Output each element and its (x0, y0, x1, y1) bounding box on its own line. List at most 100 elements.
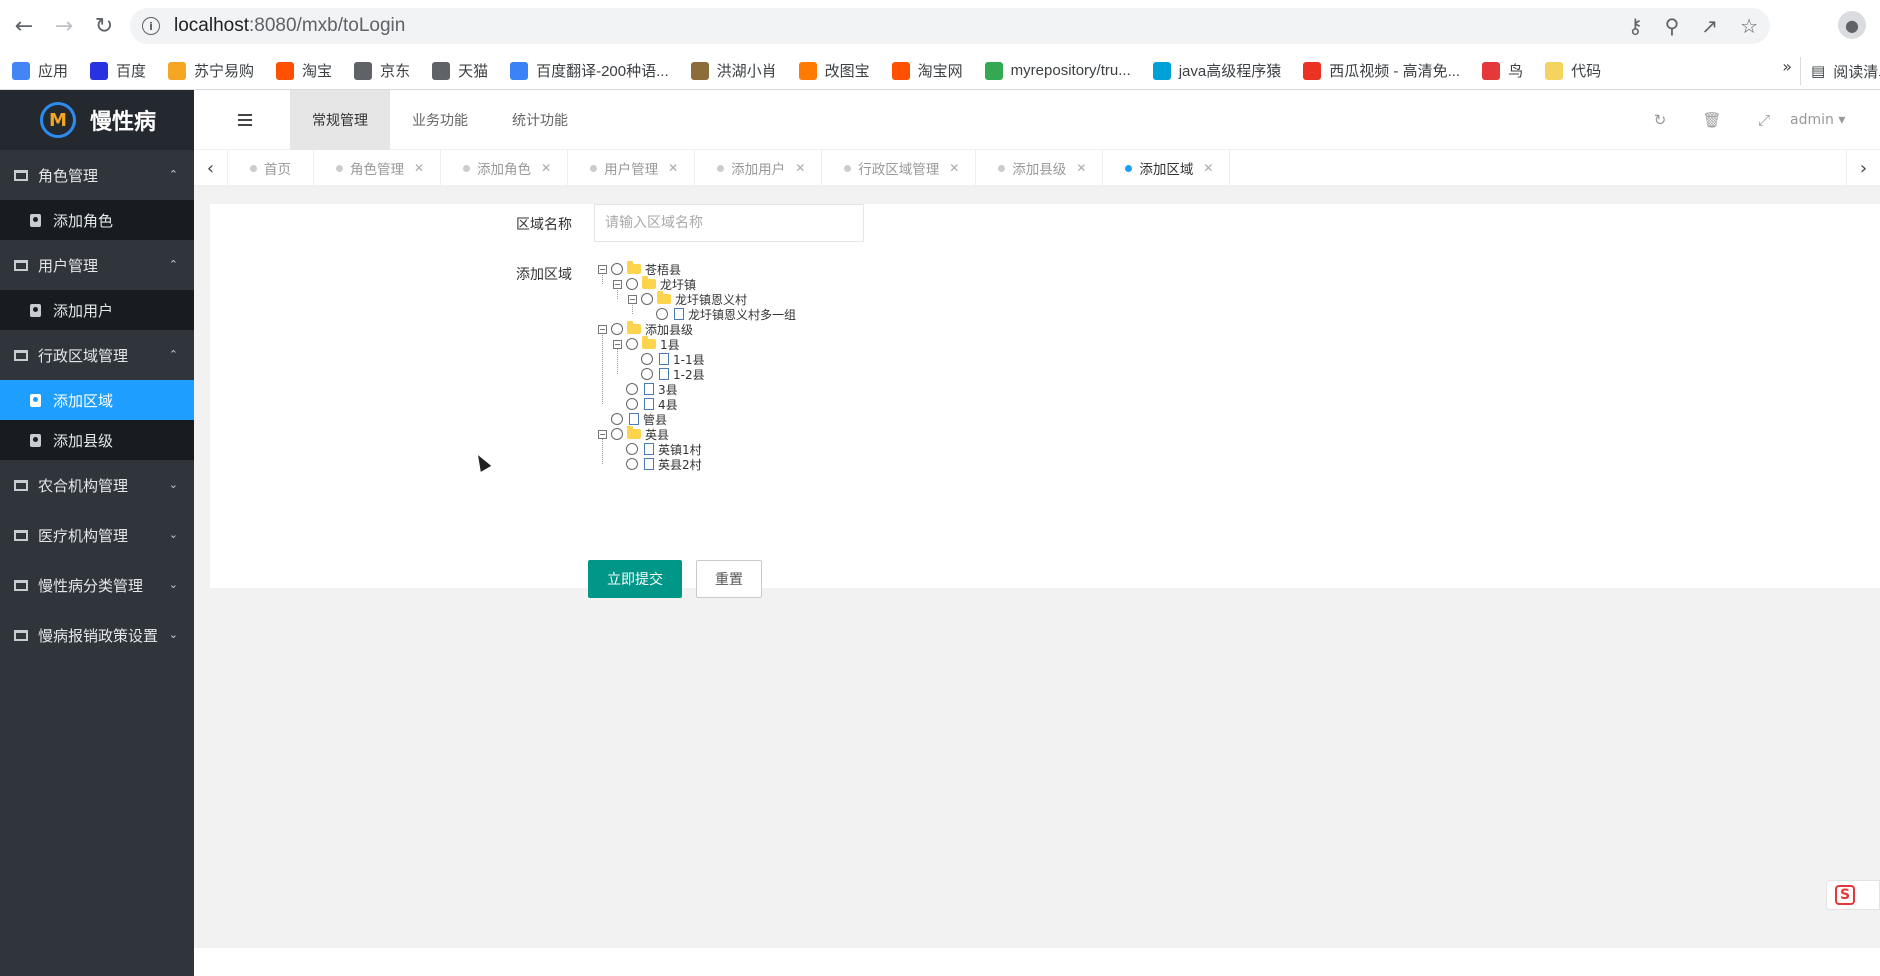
bookmark-item[interactable]: 淘宝 (276, 57, 332, 85)
zoom-icon[interactable]: ⚲ (1665, 14, 1680, 38)
tree-node[interactable]: 英县2村 (613, 455, 702, 473)
area-name-input[interactable] (594, 204, 864, 242)
star-icon[interactable]: ☆ (1740, 14, 1758, 38)
key-icon[interactable]: ⚷ (1628, 14, 1643, 38)
page-tab[interactable]: 添加用户 ✕ (695, 150, 823, 186)
tree-collapse-icon[interactable]: − (613, 339, 622, 349)
admin-menu[interactable]: admin ▾ (1790, 112, 1880, 128)
bookmark-item[interactable]: 天猫 (432, 57, 488, 85)
share-icon[interactable]: ↗ (1701, 14, 1718, 38)
bookmark-item[interactable]: 百度翻译-200种语... (510, 57, 669, 85)
tree-radio[interactable] (611, 428, 623, 440)
page-tab[interactable]: 首页 (228, 150, 314, 186)
bookmarks-more-icon[interactable]: » (1782, 57, 1792, 76)
submit-button[interactable]: 立即提交 (588, 560, 682, 598)
menu-toggle-icon[interactable] (238, 114, 252, 126)
reading-list-label: 阅读清单 (1833, 62, 1880, 81)
top-tab-business[interactable]: 业务功能 (390, 90, 490, 150)
profile-icon[interactable]: ● (1838, 11, 1866, 39)
tree-collapse-icon[interactable]: − (628, 294, 637, 304)
tree-collapse-icon[interactable]: − (598, 429, 607, 439)
tree-radio[interactable] (641, 353, 653, 365)
top-tab-general[interactable]: 常规管理 (290, 90, 390, 150)
close-icon[interactable]: ✕ (795, 161, 805, 175)
page-tab[interactable]: 行政区域管理 ✕ (822, 150, 977, 186)
chevron-down-icon: ⌄ (168, 628, 178, 641)
close-icon[interactable]: ✕ (541, 161, 551, 175)
tree-collapse-icon[interactable]: − (598, 324, 607, 334)
bookmark-label: 鸟 (1508, 63, 1524, 80)
bookmark-item[interactable]: 洪湖小肖 (690, 57, 777, 85)
page-tab[interactable]: 角色管理 ✕ (314, 150, 442, 186)
back-arrow-icon[interactable]: ← (6, 8, 42, 44)
url-text[interactable]: localhost:8080/mxb/toLogin (174, 15, 405, 37)
taobao-icon (276, 61, 295, 80)
bookmark-item[interactable]: 京东 (354, 57, 410, 85)
top-tab-statistics[interactable]: 统计功能 (490, 90, 590, 150)
page-tab-label: 角色管理 (350, 162, 404, 178)
close-icon[interactable]: ✕ (1203, 161, 1213, 175)
bookmark-item[interactable]: 淘宝网 (891, 57, 963, 85)
bookmark-item[interactable]: 改图宝 (798, 57, 870, 85)
tree-radio[interactable] (656, 308, 668, 320)
ime-toolbar[interactable]: S (1826, 880, 1880, 910)
tab-dot-icon (250, 164, 257, 172)
page-tab[interactable]: 添加区域 ✕ (1103, 150, 1231, 186)
page-tab[interactable]: 添加角色 ✕ (441, 150, 569, 186)
forward-arrow-icon[interactable]: → (46, 8, 82, 44)
tree-collapse-icon[interactable]: − (598, 264, 607, 274)
tree-radio[interactable] (626, 443, 638, 455)
sidebar-item[interactable]: 添加用户 (0, 290, 194, 330)
reset-button[interactable]: 重置 (696, 560, 762, 598)
close-icon[interactable]: ✕ (1076, 161, 1086, 175)
address-bar[interactable]: i localhost:8080/mxb/toLogin ⚷ ⚲ ↗ ☆ (130, 8, 1770, 44)
page-tab[interactable]: 用户管理 ✕ (568, 150, 696, 186)
tree-radio[interactable] (641, 293, 653, 305)
bookmark-item[interactable]: java高级程序猿 (1152, 57, 1281, 85)
sidebar-group[interactable]: 用户管理 ⌃ (0, 240, 194, 290)
sidebar-item[interactable]: 添加县级 (0, 420, 194, 460)
sidebar-group[interactable]: 行政区域管理 ⌃ (0, 330, 194, 380)
sidebar-group[interactable]: 农合机构管理 ⌄ (0, 460, 194, 510)
tab-prev-icon[interactable]: ‹ (194, 150, 228, 186)
trash-icon[interactable]: 🗑 (1686, 111, 1738, 129)
page-tab-bar: ‹ 首页 角色管理 ✕ 添加角色 ✕ 用户管理 ✕ 添加用户 ✕ 行政区域管理 ✕ 添加县级 ✕ 添加区域… (194, 150, 1880, 186)
tree-collapse-icon[interactable]: − (613, 279, 622, 289)
bookmark-item[interactable]: 百度 (90, 57, 146, 85)
tree-radio[interactable] (611, 263, 623, 275)
bookmark-item[interactable]: 鸟 (1482, 57, 1523, 85)
logo[interactable]: M 慢性病 (0, 90, 194, 150)
reload-icon[interactable]: ↻ (86, 8, 122, 44)
tree-radio[interactable] (641, 368, 653, 380)
fullscreen-icon[interactable]: ⤢ (1738, 111, 1790, 129)
tree-radio[interactable] (611, 323, 623, 335)
tree-radio[interactable] (626, 338, 638, 350)
bookmark-item[interactable]: 西瓜视频 - 高清免... (1303, 57, 1460, 85)
address-bar-actions: ⚷ ⚲ ↗ ☆ (1628, 8, 1758, 44)
sidebar-group[interactable]: 医疗机构管理 ⌄ (0, 510, 194, 560)
close-icon[interactable]: ✕ (668, 161, 678, 175)
tree-radio[interactable] (626, 383, 638, 395)
chevron-down-icon: ⌄ (168, 528, 178, 541)
tab-next-icon[interactable]: › (1846, 150, 1880, 186)
bookmark-item[interactable]: myrepository/tru... (984, 57, 1131, 85)
reading-list-button[interactable]: ▤ 阅读清单 (1800, 57, 1880, 85)
tree-radio[interactable] (626, 398, 638, 410)
info-icon[interactable]: i (142, 17, 160, 35)
close-icon[interactable]: ✕ (949, 161, 959, 175)
tree-radio[interactable] (626, 278, 638, 290)
tree-radio[interactable] (626, 458, 638, 470)
sidebar-group[interactable]: 慢病报销政策设置 ⌄ (0, 610, 194, 660)
refresh-icon[interactable]: ↻ (1634, 111, 1686, 129)
bookmark-item[interactable]: 应用 (12, 57, 68, 85)
bookmark-item[interactable]: 苏宁易购 (168, 57, 254, 85)
chevron-down-icon: ⌄ (168, 578, 178, 591)
sidebar-item[interactable]: 添加角色 (0, 200, 194, 240)
sidebar-group[interactable]: 慢性病分类管理 ⌄ (0, 560, 194, 610)
sidebar-group[interactable]: 角色管理 ⌃ (0, 150, 194, 200)
sidebar-item[interactable]: 添加区域 (0, 380, 194, 420)
tree-radio[interactable] (611, 413, 623, 425)
page-tab[interactable]: 添加县级 ✕ (976, 150, 1104, 186)
close-icon[interactable]: ✕ (414, 161, 424, 175)
bookmark-item[interactable]: 代码 (1545, 57, 1601, 85)
